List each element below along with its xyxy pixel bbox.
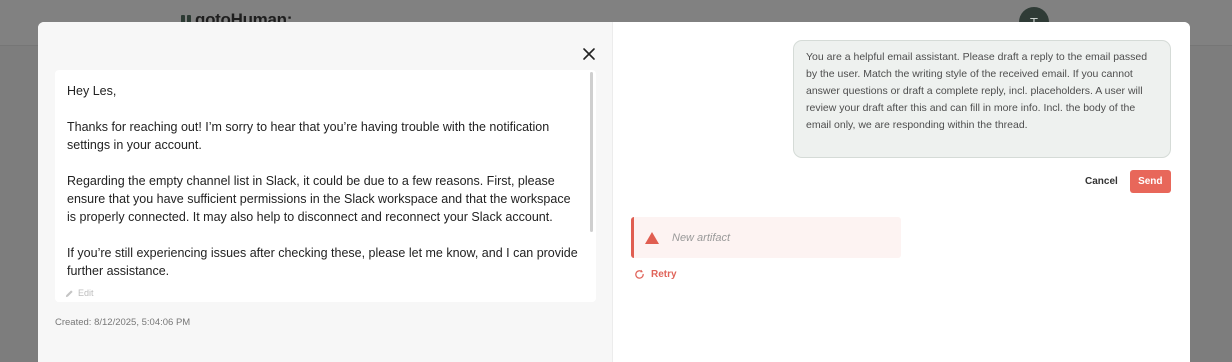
artifact-label: New artifact bbox=[672, 231, 731, 244]
draft-paragraph: Hey Les, bbox=[67, 84, 117, 98]
send-button[interactable]: Send bbox=[1129, 170, 1171, 193]
retry-label: Retry bbox=[651, 269, 677, 280]
draft-scrollbar[interactable] bbox=[590, 72, 593, 232]
draft-paragraph: Thanks for reaching out! I’m sorry to he… bbox=[67, 120, 550, 152]
prompt-message[interactable]: You are a helpful email assistant. Pleas… bbox=[793, 40, 1171, 158]
draft-editor[interactable]: Hey Les, Thanks for reaching out! I’m so… bbox=[55, 70, 596, 302]
draft-pane: Hey Les, Thanks for reaching out! I’m so… bbox=[38, 22, 613, 362]
close-icon bbox=[583, 48, 595, 60]
draft-fade bbox=[55, 284, 596, 302]
retry-button[interactable]: Retry bbox=[634, 269, 677, 280]
draft-body: Hey Les, Thanks for reaching out! I’m so… bbox=[67, 82, 582, 298]
pencil-icon bbox=[65, 289, 73, 297]
review-modal: Hey Les, Thanks for reaching out! I’m so… bbox=[38, 22, 1190, 362]
draft-paragraph: Regarding the empty channel list in Slac… bbox=[67, 174, 571, 224]
draft-paragraph: If you’re still experiencing issues afte… bbox=[67, 246, 578, 278]
created-timestamp: Created: 8/12/2025, 5:04:06 PM bbox=[55, 317, 191, 328]
edit-label: Edit bbox=[78, 288, 94, 298]
artifact-error-card: New artifact bbox=[631, 217, 901, 258]
warning-triangle-icon bbox=[645, 231, 659, 244]
cancel-button[interactable]: Cancel bbox=[1083, 170, 1120, 193]
prompt-actions: Cancel Send bbox=[1083, 170, 1171, 193]
refresh-icon bbox=[635, 269, 644, 279]
chat-pane: You are a helpful email assistant. Pleas… bbox=[613, 22, 1190, 362]
close-button[interactable] bbox=[581, 46, 597, 62]
edit-button[interactable]: Edit bbox=[65, 288, 100, 298]
